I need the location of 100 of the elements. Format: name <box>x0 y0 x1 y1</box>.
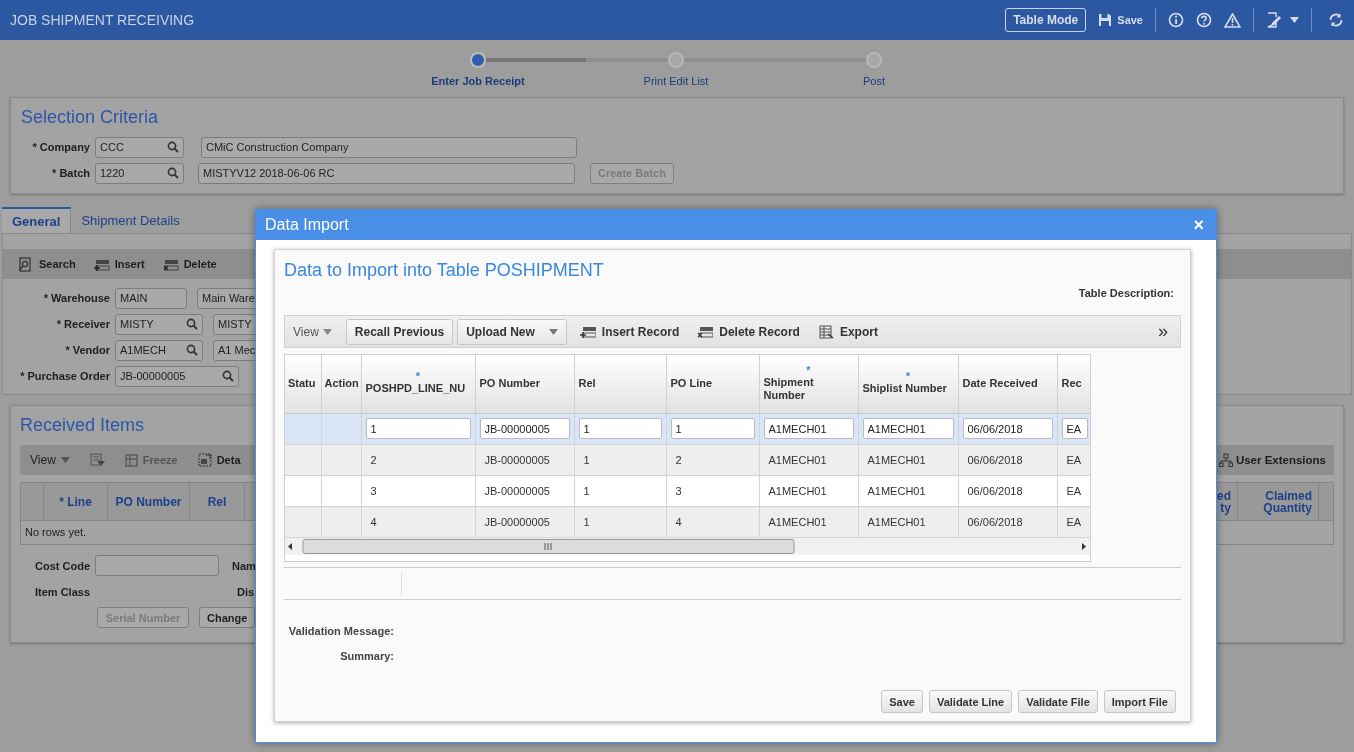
detach-button[interactable]: Deta <box>197 453 241 467</box>
cell-input[interactable]: 06/06/2018 <box>962 418 1053 439</box>
step-label[interactable]: Post <box>863 75 885 87</box>
action-button[interactable]: Change <box>199 607 256 628</box>
column-header: Rel <box>190 483 245 520</box>
toolbar-button[interactable]: Recall Previous <box>345 318 454 345</box>
field-label: Cost Code <box>34 559 91 572</box>
step-dot[interactable] <box>668 52 684 68</box>
info-icon[interactable] <box>1168 12 1184 28</box>
user-extensions-button[interactable]: User Extensions <box>1218 453 1326 467</box>
section-title: Data to Import into Table POSHIPMENT <box>284 260 605 281</box>
freeze-column-icon <box>124 453 138 467</box>
description-field: CMiC Construction Company <box>201 136 577 158</box>
search-icon[interactable] <box>186 318 198 330</box>
lookup-field[interactable]: 1220 <box>95 162 184 184</box>
search-icon[interactable] <box>186 344 198 356</box>
cell-input[interactable]: 1 <box>365 418 471 439</box>
table-row[interactable]: 1 JB-00000005 1 1 A1MECH01 A1MECH01 06/06/2018 EA <box>285 413 1090 444</box>
tab[interactable]: Shipment Details <box>71 207 190 233</box>
table-cell: A1MECH01 <box>867 515 926 528</box>
search-icon[interactable] <box>167 141 179 153</box>
table-cell: 2 <box>675 453 682 466</box>
dialog-button[interactable]: Validate Line <box>928 690 1013 713</box>
toolbar-button[interactable]: Search <box>18 256 76 272</box>
dialog-button[interactable]: Save <box>881 690 923 713</box>
cell-input[interactable]: 1 <box>578 418 662 439</box>
view-menu[interactable]: View <box>293 324 332 339</box>
field-label: * Company <box>31 141 91 153</box>
table-cell: 06/06/2018 <box>967 515 1023 528</box>
dropdown-button[interactable]: Upload New <box>457 318 567 345</box>
step-dot[interactable] <box>470 52 486 68</box>
table-cell: A1MECH01 <box>867 484 926 497</box>
table-row[interactable]: 4 JB-00000005 1 4 A1MECH01 A1MECH01 06/06/2018 EA <box>285 506 1090 537</box>
view-menu[interactable]: View <box>30 453 70 467</box>
lookup-field[interactable]: A1MECH <box>115 339 203 361</box>
save-button[interactable]: Save <box>1098 13 1143 27</box>
column-header[interactable]: Rel <box>574 355 666 413</box>
cell-input[interactable]: 1 <box>670 418 755 439</box>
refresh-icon[interactable] <box>1328 12 1344 28</box>
table-export-icon <box>817 324 834 339</box>
toolbar-button[interactable]: Insert Record <box>570 324 689 339</box>
table-mode-button[interactable]: Table Mode <box>1005 8 1087 32</box>
table-row[interactable]: 2 JB-00000005 1 2 A1MECH01 A1MECH01 06/06/2018 EA <box>285 444 1090 475</box>
insert-row-icon <box>579 324 596 339</box>
cell-input[interactable]: A1MECH01 <box>862 418 954 439</box>
table-cell: 3 <box>370 484 377 497</box>
tab[interactable]: General <box>2 207 72 233</box>
dialog-button[interactable]: Import File <box>1103 690 1176 713</box>
cell-input[interactable]: A1MECH01 <box>763 418 854 439</box>
table-cell: JB-00000005 <box>484 484 550 497</box>
column-header[interactable]: PO Line <box>666 355 759 413</box>
cell-input[interactable]: JB-00000005 <box>479 418 570 439</box>
table-cell: EA <box>1066 515 1082 528</box>
column-header[interactable]: * Shiplist Number <box>858 355 958 413</box>
page-title: JOB SHIPMENT RECEIVING <box>10 12 196 28</box>
warning-icon[interactable] <box>1224 12 1241 28</box>
step-label[interactable]: Print Edit List <box>643 75 709 87</box>
caret-icon <box>1290 17 1299 23</box>
table-row[interactable]: 3 JB-00000005 1 3 A1MECH01 A1MECH01 06/06/2018 EA <box>285 475 1090 506</box>
column-header[interactable]: Date Received <box>958 355 1057 413</box>
input-field[interactable] <box>95 555 219 576</box>
lookup-field[interactable]: CCC <box>95 136 184 158</box>
toolbar-button[interactable]: Insert <box>93 256 145 272</box>
search-icon[interactable] <box>222 370 234 382</box>
lookup-field[interactable]: MISTY <box>115 313 203 335</box>
lookup-field[interactable]: JB-00000005 <box>115 365 239 387</box>
column-header[interactable]: * POSHPD_LINE_NU <box>361 355 475 413</box>
column-header[interactable]: Statu <box>285 355 321 413</box>
table-cell: A1MECH01 <box>867 453 926 466</box>
table-cell: 1 <box>583 484 590 497</box>
field-label: Table Description: <box>1077 287 1175 299</box>
step-dot[interactable] <box>866 52 882 68</box>
help-icon[interactable] <box>1196 12 1212 28</box>
toolbar-button[interactable]: Delete Record <box>688 324 809 339</box>
more-button[interactable]: » <box>1154 321 1172 342</box>
description-field: MISTYV12 2018-06-06 RC <box>198 162 575 184</box>
table-cell: 4 <box>675 515 682 528</box>
cell-input[interactable]: EA <box>1061 418 1088 439</box>
step-label[interactable]: Enter Job Receipt <box>431 75 525 87</box>
table-cell: A1MECH01 <box>768 453 827 466</box>
column-header[interactable]: PO Number <box>475 355 574 413</box>
empty-message: No rows yet. <box>24 525 88 540</box>
column-header[interactable]: Rec <box>1057 355 1090 413</box>
table-cell: EA <box>1066 484 1082 497</box>
input-field[interactable]: MAIN <box>115 287 187 309</box>
table-cell: 3 <box>675 484 682 497</box>
hierarchy-icon <box>1218 453 1233 467</box>
column-header[interactable]: Action <box>321 355 361 413</box>
toolbar-button[interactable]: Export <box>808 324 887 339</box>
column-header: Claimed Quantity <box>1238 483 1319 520</box>
caret-icon <box>322 328 332 335</box>
column-header[interactable]: * Shipment Number <box>759 355 858 413</box>
filter-icon[interactable] <box>89 453 105 467</box>
toolbar-button[interactable]: Delete <box>162 256 217 272</box>
dialog-button[interactable]: Validate File <box>1018 690 1098 713</box>
search-icon[interactable] <box>167 167 179 179</box>
table-cell: JB-00000005 <box>484 453 550 466</box>
caret-icon <box>548 328 558 335</box>
edit-icon[interactable] <box>1266 12 1282 28</box>
table-cell: 06/06/2018 <box>967 484 1023 497</box>
